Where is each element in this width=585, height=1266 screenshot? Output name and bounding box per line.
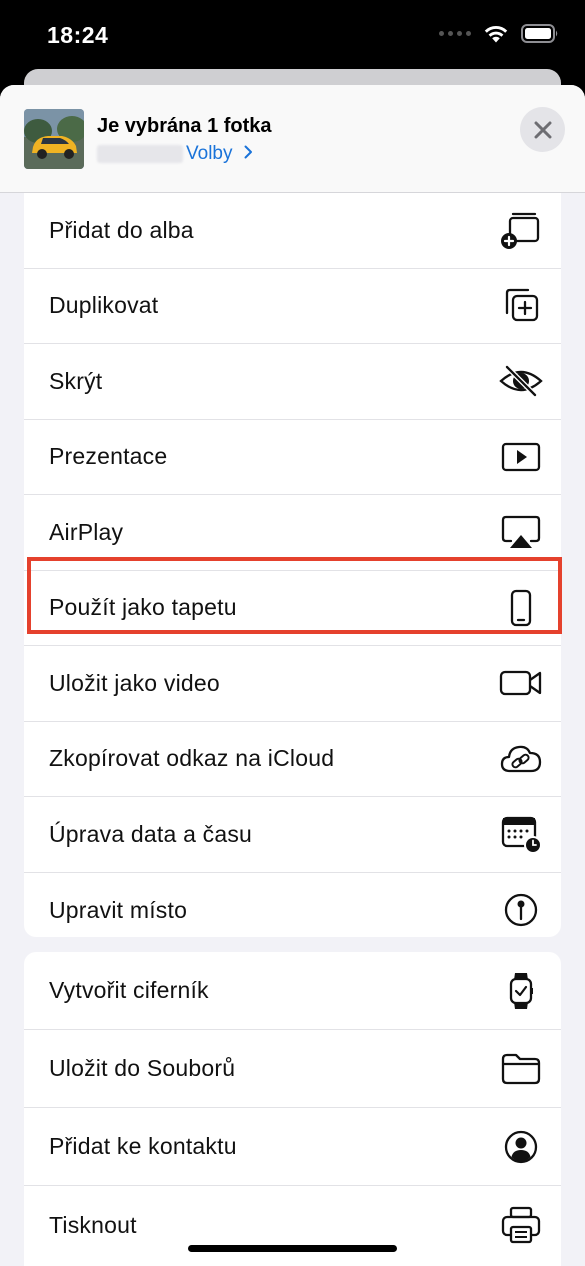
action-label: Skrýt [49,367,103,394]
folder-icon [499,1047,543,1091]
location-pin-icon [499,888,543,932]
action-label: Uložit jako video [49,669,220,696]
action-duplicate[interactable]: Duplikovat [24,269,561,344]
share-sheet-header: Je vybrána 1 fotka Volby [0,85,585,193]
watch-icon [499,969,543,1013]
photo-thumbnail[interactable] [24,109,84,169]
action-airplay[interactable]: AirPlay [24,495,561,571]
close-button[interactable] [520,107,565,152]
actions-group-primary: Přidat do alba Duplikovat Skrýt Prezenta… [24,193,561,937]
action-hide[interactable]: Skrýt [24,344,561,420]
action-label: Tisknout [49,1211,137,1238]
airplay-icon [499,510,543,554]
chevron-right-icon [238,143,252,164]
action-label: Upravit místo [49,896,188,923]
action-label: Přidat ke kontaktu [49,1133,237,1159]
action-label: Duplikovat [49,292,159,319]
action-label: Úprava data a času [49,820,253,847]
close-icon [534,121,551,138]
printer-icon [499,1203,543,1247]
options-link[interactable]: Volby [186,143,253,165]
options-label: Volby [186,143,233,164]
iphone-icon [499,586,543,630]
wifi-icon [484,25,508,43]
action-label: Vytvořit ciferník [49,977,209,1003]
status-bar: 18:24 [0,0,585,70]
selection-title: Je vybrána 1 fotka [97,115,272,137]
action-edit-location[interactable]: Upravit místo [24,873,561,938]
action-label: Zkopírovat odkaz na iCloud [49,745,335,772]
share-sheet: Je vybrána 1 fotka Volby Přidat do alba … [0,85,585,1266]
header-subtitle: Volby [97,143,253,165]
battery-icon [521,24,558,43]
video-camera-icon [499,661,543,705]
action-save-to-files[interactable]: Uložit do Souborů [24,1030,561,1108]
action-label: AirPlay [49,518,124,545]
action-print[interactable]: Tisknout [24,1186,561,1264]
action-add-to-album[interactable]: Přidat do alba [24,193,561,269]
status-icons [439,24,559,43]
action-label: Přidat do alba [49,216,194,243]
action-slideshow[interactable]: Prezentace [24,420,561,495]
duplicate-icon [499,284,543,328]
redacted-location [97,145,183,163]
action-copy-icloud-link[interactable]: Zkopírovat odkaz na iCloud [24,722,561,797]
cloud-link-icon [499,737,543,781]
action-save-as-video[interactable]: Uložit jako video [24,646,561,722]
status-time: 18:24 [47,22,109,48]
add-to-album-icon [499,208,543,252]
play-rectangle-icon [499,435,543,479]
calendar-clock-icon [499,812,543,856]
action-label: Prezentace [49,443,168,470]
action-create-watch-face[interactable]: Vytvořit ciferník [24,952,561,1030]
signal-dots-icon [439,31,471,36]
action-use-as-wallpaper[interactable]: Použít jako tapetu [24,571,561,646]
action-label: Uložit do Souborů [49,1055,236,1081]
action-add-to-contact[interactable]: Přidat ke kontaktu [24,1108,561,1186]
person-circle-icon [499,1125,543,1169]
eye-slash-icon [499,359,543,403]
actions-group-secondary: Vytvořit ciferník Uložit do Souborů Přid… [24,952,561,1266]
action-adjust-date-time[interactable]: Úprava data a času [24,797,561,873]
action-label: Použít jako tapetu [49,594,237,621]
home-indicator[interactable] [188,1245,397,1252]
